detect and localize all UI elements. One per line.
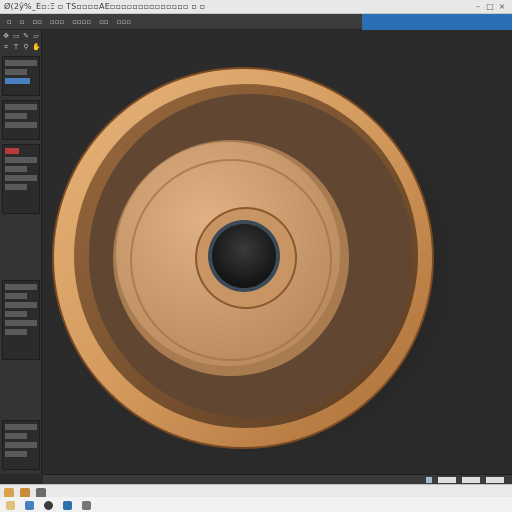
info-row <box>5 433 27 439</box>
eraser-tool-icon[interactable]: ▱ <box>32 32 40 40</box>
info-row <box>5 442 37 448</box>
settings-icon[interactable] <box>82 500 91 510</box>
menu-item[interactable]: ▫▫▫ <box>47 18 67 26</box>
properties-section <box>2 56 40 96</box>
select-tool-icon[interactable]: ▭ <box>12 32 20 40</box>
minimize-icon[interactable]: – <box>474 2 482 11</box>
adjustment-row[interactable] <box>5 166 27 172</box>
image-editor-window: Ø(2ŷ%_É▫:Ξ ▫ ΤS▫▫▫▫ΑΕ▫▫▫▫▫▫▫▫▫▫▫▫▫▫ ▫ ▫ … <box>0 0 512 512</box>
menu-bar: ▫ ▫ ▫▫ ▫▫▫ ▫▫▫▫ ▫▫ ▫▫▫ <box>0 13 512 30</box>
folder-icon[interactable] <box>6 500 15 510</box>
tool-panel: ✥ ▭ ✎ ▱ ⌗ T ⚲ ✋ <box>0 30 42 474</box>
menu-item[interactable]: ▫ <box>17 18 28 26</box>
text-tool-icon[interactable]: T <box>12 43 20 51</box>
tool-grid: ✥ ▭ ✎ ▱ ⌗ T ⚲ ✋ <box>2 32 41 52</box>
status-indicator <box>426 476 432 483</box>
taskbar-apps <box>0 497 512 512</box>
menu-item[interactable]: ▫▫ <box>30 18 46 26</box>
property-row[interactable] <box>5 69 27 75</box>
title-bar: Ø(2ŷ%_É▫:Ξ ▫ ΤS▫▫▫▫ΑΕ▫▫▫▫▫▫▫▫▫▫▫▫▫▫ ▫ ▫ … <box>0 0 512 14</box>
crop-tool-icon[interactable]: ⌗ <box>2 43 10 51</box>
adjustment-row[interactable] <box>5 175 37 181</box>
history-row[interactable] <box>5 284 37 290</box>
layer-row[interactable] <box>5 122 37 128</box>
status-field <box>438 476 456 483</box>
maximize-icon[interactable]: □ <box>486 2 494 11</box>
info-row <box>5 451 27 457</box>
document-canvas[interactable] <box>43 30 512 474</box>
history-section <box>2 280 40 360</box>
center-hole <box>212 224 276 288</box>
window-controls: – □ × <box>474 2 512 11</box>
brush-tool-icon[interactable]: ✎ <box>22 32 30 40</box>
history-row[interactable] <box>5 320 37 326</box>
move-tool-icon[interactable]: ✥ <box>2 32 10 40</box>
browser-icon[interactable] <box>25 500 34 510</box>
status-field <box>462 476 480 483</box>
menu-item[interactable]: ▫▫ <box>96 18 112 26</box>
layers-section <box>2 100 40 140</box>
app-icon[interactable] <box>44 500 53 510</box>
info-section <box>2 420 40 470</box>
close-icon[interactable]: × <box>498 2 506 11</box>
property-row[interactable] <box>5 78 31 84</box>
adjustment-row[interactable] <box>5 148 20 154</box>
history-row[interactable] <box>5 329 27 335</box>
adjustments-section <box>2 144 40 214</box>
menu-item[interactable]: ▫▫▫ <box>114 18 134 26</box>
canvas-image <box>48 67 468 465</box>
hand-tool-icon[interactable]: ✋ <box>32 43 41 51</box>
layer-row[interactable] <box>5 113 27 119</box>
window-title: Ø(2ŷ%_É▫:Ξ ▫ ΤS▫▫▫▫ΑΕ▫▫▫▫▫▫▫▫▫▫▫▫▫▫ ▫ ▫ <box>4 2 206 11</box>
history-row[interactable] <box>5 302 37 308</box>
status-bar <box>43 474 512 484</box>
mail-icon[interactable] <box>63 500 72 510</box>
active-document-tab[interactable] <box>362 13 512 30</box>
layer-row[interactable] <box>5 104 37 110</box>
taskbar <box>0 484 512 512</box>
zoom-tool-icon[interactable]: ⚲ <box>22 43 30 51</box>
adjustment-row[interactable] <box>5 184 27 190</box>
history-row[interactable] <box>5 293 27 299</box>
adjustment-row[interactable] <box>5 157 37 163</box>
info-row <box>5 424 37 430</box>
status-field <box>486 476 504 483</box>
menu-item[interactable]: ▫▫▫▫ <box>69 18 94 26</box>
history-row[interactable] <box>5 311 27 317</box>
property-row[interactable] <box>5 60 37 66</box>
menu-item[interactable]: ▫ <box>4 18 15 26</box>
